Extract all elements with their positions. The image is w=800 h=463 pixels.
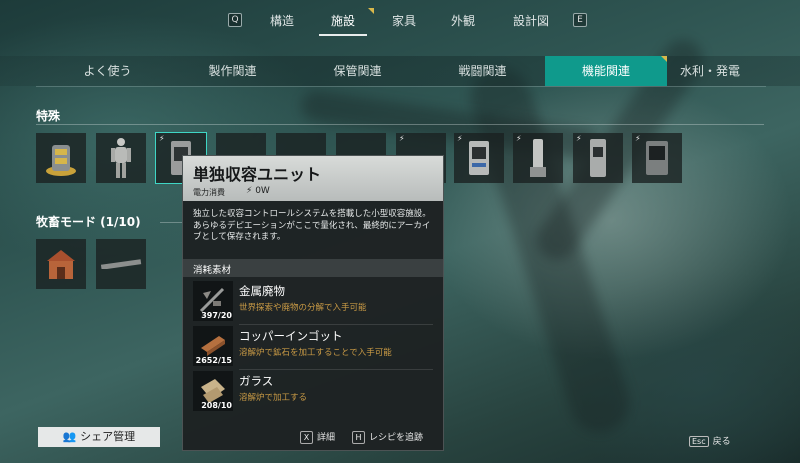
item-slot[interactable]: ⚡ — [454, 133, 504, 183]
scrap-metal-icon: 397/20 — [193, 281, 233, 321]
section-divider — [36, 124, 764, 125]
power-bolt-icon: ⚡ — [159, 134, 165, 143]
barn-icon — [47, 250, 75, 279]
copper-ingot-icon: 2652/15 — [193, 326, 233, 366]
item-slot[interactable] — [36, 133, 86, 183]
power-bolt-icon: ⚡ — [516, 134, 522, 143]
console-icon — [646, 141, 668, 175]
power-consumption-label: 電力消費 — [193, 188, 225, 197]
power-bolt-icon: ⚡ — [457, 134, 463, 143]
active-top-tab-underline — [319, 34, 367, 36]
mannequin-icon — [111, 138, 131, 178]
item-slot[interactable]: ⚡ — [513, 133, 563, 183]
material-separator — [239, 324, 433, 325]
tower-icon — [530, 139, 546, 177]
power-bolt-icon: ⚡ — [246, 186, 253, 196]
category-tabs: よく使う 製作関連 保管関連 戦闘関連 機能関連 水利・発電 — [0, 56, 800, 86]
materials-header: 消耗素材 — [183, 259, 443, 277]
power-bolt-icon: ⚡ — [576, 134, 582, 143]
item-slot[interactable]: ⚡ — [632, 133, 682, 183]
materials-label: 消耗素材 — [193, 265, 232, 276]
material-separator — [239, 369, 433, 370]
tooltip-header: 単独収容ユニット 電力消費 ⚡ 0W — [183, 156, 443, 201]
material-source: 世界探索や廃物の分解で入手可能 — [239, 303, 367, 313]
item-tooltip: 単独収容ユニット 電力消費 ⚡ 0W 独立した収容コントロールシステムを搭載した… — [182, 155, 444, 451]
power-consumption-value: ⚡ 0W — [246, 186, 270, 196]
item-slot[interactable] — [36, 239, 86, 289]
material-source: 溶解炉で鉱石を加工することで入手可能 — [239, 348, 392, 358]
material-row: 2652/15 コッパーインゴット 溶解炉で鉱石を加工することで入手可能 — [193, 326, 433, 368]
tab-combat[interactable]: 戦闘関連 — [425, 56, 540, 86]
trough-icon — [100, 259, 142, 269]
users-icon: 👥 — [62, 430, 77, 443]
item-slot[interactable] — [96, 133, 146, 183]
material-name: コッパーインゴット — [239, 329, 343, 343]
tab-frequent[interactable]: よく使う — [50, 56, 165, 86]
section-title-special: 特殊 — [36, 109, 61, 123]
power-bolt-icon: ⚡ — [399, 134, 405, 143]
track-recipe-hint[interactable]: H レシピを追跡 — [352, 430, 423, 444]
top-tab-blueprint[interactable]: 設計図 — [513, 12, 549, 29]
item-slot[interactable]: ⚡ — [573, 133, 623, 183]
top-nav: Q 構造 施設 家具 外観 設計図 E — [0, 8, 800, 36]
material-row: 397/20 金属廃物 世界探索や廃物の分解で入手可能 — [193, 281, 433, 323]
power-bolt-icon: ⚡ — [635, 134, 641, 143]
tab-water-power[interactable]: 水利・発電 — [680, 56, 760, 86]
tooltip-description: 独立した収容コントロールシステムを搭載した小型収容施設。あらゆるデピエーションが… — [193, 209, 431, 242]
tab-divider — [36, 86, 766, 87]
generator-icon — [46, 145, 76, 176]
tooltip-title: 単独収容ユニット — [193, 165, 322, 184]
tab-function[interactable]: 機能関連 — [545, 56, 667, 86]
material-row: 208/10 ガラス 溶解炉で加工する — [193, 371, 433, 413]
top-tab-furniture[interactable]: 家具 — [392, 12, 416, 29]
new-marker-icon — [661, 56, 667, 62]
material-name: 金属廃物 — [239, 284, 285, 298]
section-title-ranch: 牧畜モード (1/10) — [36, 215, 141, 229]
top-tab-appearance[interactable]: 外観 — [451, 12, 475, 29]
item-slot[interactable] — [96, 239, 146, 289]
tab-storage[interactable]: 保管関連 — [300, 56, 415, 86]
tab-crafting[interactable]: 製作関連 — [175, 56, 290, 86]
material-name: ガラス — [239, 374, 274, 388]
e-key-hint[interactable]: E — [573, 13, 587, 27]
detail-hint[interactable]: X 詳細 — [300, 430, 335, 444]
section-divider — [160, 222, 182, 223]
material-source: 溶解炉で加工する — [239, 393, 308, 403]
glass-icon: 208/10 — [193, 371, 233, 411]
new-marker-icon — [368, 8, 374, 14]
back-hint[interactable]: Esc 戻る — [689, 434, 731, 447]
top-tab-structure[interactable]: 構造 — [270, 12, 294, 29]
share-management-button[interactable]: 👥 シェア管理 — [38, 427, 160, 447]
q-key-hint[interactable]: Q — [228, 13, 242, 27]
cabinet-icon — [590, 139, 606, 177]
top-tab-facility[interactable]: 施設 — [331, 12, 355, 29]
machine-icon — [469, 141, 489, 175]
